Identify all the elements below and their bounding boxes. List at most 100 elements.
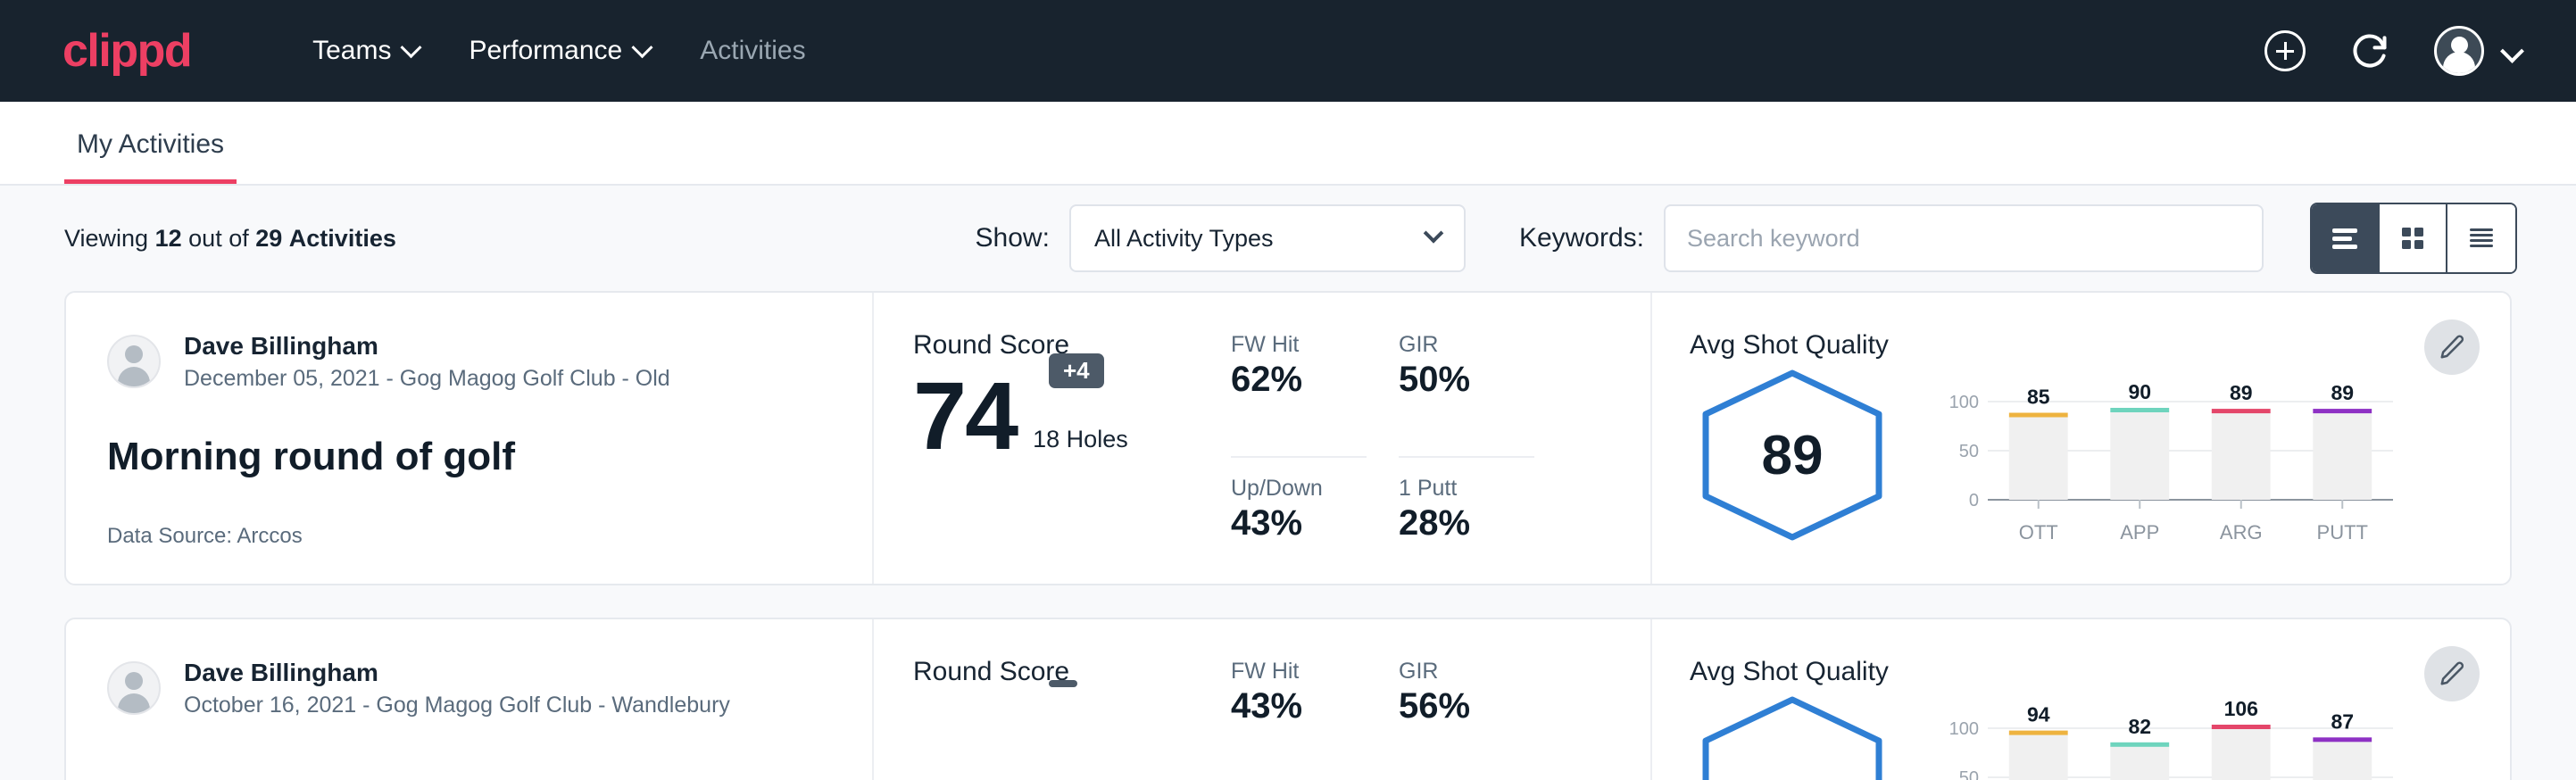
account-menu[interactable] (2434, 26, 2521, 76)
stat-fw-hit: FW Hit 62% (1231, 332, 1367, 458)
chevron-down-icon (632, 37, 653, 58)
activity-card-list: Dave Billingham December 05, 2021 - Gog … (0, 291, 2576, 780)
stat-gir-label: GIR (1399, 659, 1534, 685)
svg-text:87: 87 (2331, 709, 2354, 733)
stat-fw-hit-value: 62% (1231, 360, 1367, 400)
list-view-button[interactable] (2312, 204, 2380, 272)
compact-view-button[interactable] (2447, 204, 2515, 272)
shot-quality-hexagon: 89 (1690, 366, 1895, 544)
viewing-mid: out of (188, 225, 249, 252)
svg-text:0: 0 (1969, 491, 1979, 510)
round-score-value: 74 (913, 368, 1017, 464)
compact-view-icon (2466, 225, 2497, 252)
page-tab-bar: My Activities (0, 102, 2576, 186)
activity-card[interactable]: Dave Billingham October 16, 2021 - Gog M… (64, 618, 2512, 780)
stat-fw-hit: FW Hit 43% (1231, 659, 1367, 780)
stat-gir-value: 50% (1399, 360, 1534, 400)
pencil-icon (2439, 660, 2465, 687)
viewing-total: 29 (255, 225, 282, 252)
shot-quality-bar-chart: 05010085OTT90APP89ARG89PUTT (1938, 368, 2402, 551)
nav-item-teams[interactable]: Teams (287, 25, 444, 77)
svg-text:PUTT: PUTT (2317, 521, 2368, 544)
activity-card[interactable]: Dave Billingham December 05, 2021 - Gog … (64, 291, 2512, 585)
avg-shot-quality-value: 89 (1690, 366, 1895, 544)
edit-activity-button[interactable] (2424, 319, 2480, 375)
round-stats-grid: FW Hit 62% GIR 50% Up/Down 43% 1 Putt 28… (1231, 293, 1650, 584)
activity-author: Dave Billingham December 05, 2021 - Gog … (107, 330, 831, 394)
filter-toolbar: Viewing 12 out of 29 Activities Show: Al… (0, 186, 2576, 291)
main-nav-links: Teams Performance Activities (287, 25, 830, 77)
view-mode-toggle-group (2310, 203, 2517, 274)
nav-item-activities-label: Activities (700, 36, 805, 66)
svg-text:100: 100 (1949, 393, 1979, 412)
holes-played: 18 Holes (1033, 426, 1128, 453)
activity-meta: October 16, 2021 - Gog Magog Golf Club -… (184, 691, 730, 720)
grid-view-icon (2398, 224, 2427, 253)
stat-up-down-label: Up/Down (1231, 476, 1367, 502)
viewing-prefix: Viewing (64, 225, 148, 252)
svg-text:APP: APP (2120, 521, 2159, 544)
stat-gir-label: GIR (1399, 332, 1534, 358)
clippd-logo[interactable]: clippd (62, 28, 191, 74)
activity-type-select[interactable]: All Activity Types (1069, 204, 1466, 272)
avatar (107, 335, 161, 388)
svg-text:94: 94 (2027, 703, 2050, 726)
avg-shot-quality-label: Avg Shot Quality (1690, 657, 2510, 687)
svg-text:OTT: OTT (2019, 521, 2058, 544)
nav-item-teams-label: Teams (312, 36, 391, 66)
shot-quality-bar-chart: 05010094OTT82APP106ARG87PUTT (1938, 694, 2402, 780)
stat-up-down: Up/Down 43% (1231, 458, 1367, 584)
nav-item-performance-label: Performance (469, 36, 622, 66)
round-score-section: Round Score 74 +4 18 Holes (874, 293, 1231, 584)
score-to-par-badge (1049, 680, 1077, 687)
svg-text:50: 50 (1959, 768, 1979, 780)
avg-shot-quality-value (1690, 693, 1895, 780)
avatar (107, 661, 161, 715)
chevron-down-icon (2500, 39, 2524, 63)
nav-item-performance[interactable]: Performance (444, 25, 675, 77)
svg-text:89: 89 (2331, 381, 2354, 404)
show-label: Show: (976, 223, 1050, 253)
activity-author: Dave Billingham October 16, 2021 - Gog M… (107, 657, 831, 720)
grid-view-button[interactable] (2380, 204, 2447, 272)
avg-shot-quality-section: Avg Shot Quality 89 0 50 100 85 OTT 90 APP 89 AR… (1650, 293, 2510, 584)
stat-fw-hit-label: FW Hit (1231, 659, 1367, 685)
pencil-icon (2439, 334, 2465, 361)
svg-text:82: 82 (2128, 715, 2151, 738)
chevron-down-icon (1424, 223, 1444, 244)
round-stats-grid: FW Hit 43% GIR 56% Up/Down 1 Putt (1231, 619, 1650, 780)
stat-fw-hit-label: FW Hit (1231, 332, 1367, 358)
stat-fw-hit-value: 43% (1231, 686, 1367, 726)
svg-text:50: 50 (1959, 442, 1979, 461)
viewing-count: 12 (155, 225, 182, 252)
search-input[interactable] (1664, 204, 2264, 272)
svg-text:ARG: ARG (2220, 521, 2263, 544)
activity-meta: December 05, 2021 - Gog Magog Golf Club … (184, 364, 670, 394)
player-name: Dave Billingham (184, 657, 730, 688)
tab-my-activities[interactable]: My Activities (64, 129, 237, 184)
svg-text:85: 85 (2027, 386, 2050, 409)
shot-quality-hexagon (1690, 693, 1895, 780)
avg-shot-quality-label: Avg Shot Quality (1690, 330, 2510, 361)
activity-type-select-value: All Activity Types (1094, 225, 1274, 253)
plus-circle-icon[interactable] (2264, 30, 2306, 71)
keywords-label: Keywords: (1519, 223, 1644, 253)
edit-activity-button[interactable] (2424, 646, 2480, 701)
stat-up-down-value: 43% (1231, 503, 1367, 544)
nav-item-activities[interactable]: Activities (675, 25, 830, 77)
list-view-icon (2330, 225, 2360, 252)
stat-one-putt-value: 28% (1399, 503, 1534, 544)
stat-gir-value: 56% (1399, 686, 1534, 726)
avatar (2434, 26, 2484, 76)
activity-title: Morning round of golf (107, 435, 831, 479)
avg-shot-quality-section: Avg Shot Quality 05010094OTT82APP106ARG8… (1650, 619, 2510, 780)
data-source: Data Source: Arccos (107, 524, 831, 549)
refresh-icon[interactable] (2350, 31, 2389, 71)
round-score-section: Round Score (874, 619, 1231, 780)
stat-one-putt: 1 Putt 28% (1399, 458, 1534, 584)
stat-gir: GIR 56% (1399, 659, 1534, 780)
top-navigation-bar: clippd Teams Performance Activities (0, 0, 2576, 102)
svg-text:90: 90 (2128, 380, 2151, 403)
svg-text:106: 106 (2224, 697, 2258, 720)
stat-gir: GIR 50% (1399, 332, 1534, 458)
